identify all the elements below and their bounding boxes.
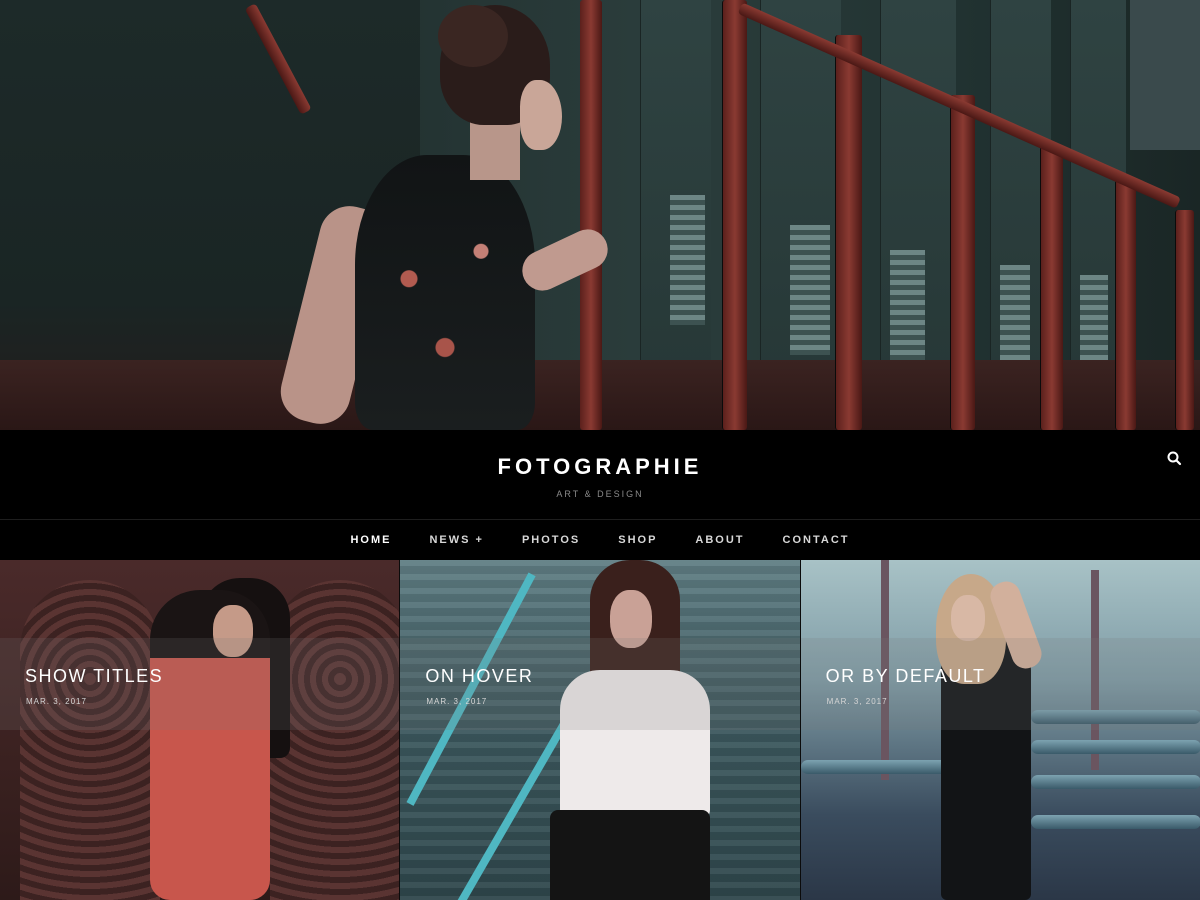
hero-rail-post [580, 0, 602, 430]
post-image-skirt [550, 810, 711, 900]
post-image-pipe [1030, 775, 1200, 789]
nav-item-home[interactable]: HOME [350, 534, 391, 546]
hero-model-dress [355, 155, 535, 430]
site-tagline: ART & DESIGN [556, 489, 644, 499]
hero-rail-post [1175, 210, 1194, 430]
hero-sky-patch [1130, 0, 1200, 150]
hero-rail-post [722, 0, 747, 430]
post-image-pipe [800, 760, 951, 774]
post-title[interactable]: SHOW TITLES [25, 666, 163, 687]
hero-louver [670, 195, 705, 325]
nav-item-news[interactable]: NEWS + [429, 534, 483, 546]
post-image-pipe [1030, 740, 1200, 754]
hero-rail-post [835, 35, 862, 430]
post-date: MAR. 3, 2017 [26, 697, 87, 706]
hero-louver [1000, 265, 1030, 365]
hero-model-bun [438, 5, 508, 67]
post-image-pipe [1030, 815, 1200, 829]
search-icon [1167, 451, 1182, 466]
hero-model-face [520, 80, 562, 150]
nav-item-contact[interactable]: CONTACT [783, 534, 850, 546]
hero-rail-post [950, 95, 975, 430]
post-image-face [950, 595, 985, 641]
hero-image [0, 0, 1200, 430]
hero-louver [890, 250, 925, 360]
nav-item-about[interactable]: ABOUT [695, 534, 744, 546]
post-date: MAR. 3, 2017 [826, 697, 888, 706]
post-date: MAR. 3, 2017 [426, 697, 488, 706]
post-grid: SHOW TITLES MAR. 3, 2017 ON HOVER MAR. 3… [0, 560, 1200, 900]
post-title[interactable]: ON HOVER [425, 666, 533, 687]
nav-item-shop[interactable]: SHOP [618, 534, 657, 546]
nav-item-photos[interactable]: PHOTOS [522, 534, 580, 546]
post-image-door [20, 580, 160, 900]
site-title[interactable]: FOTOGRAPHIE [0, 454, 1200, 480]
post-card[interactable]: SHOW TITLES MAR. 3, 2017 [0, 560, 400, 900]
post-title[interactable]: OR BY DEFAULT [826, 666, 986, 687]
hero-rail-post [1115, 180, 1136, 430]
hero-model-neck [470, 120, 520, 180]
post-card[interactable]: OR BY DEFAULT MAR. 3, 2017 [799, 560, 1200, 900]
hero-louver [1080, 275, 1108, 365]
post-card[interactable]: ON HOVER MAR. 3, 2017 [399, 560, 800, 900]
hero-rail-post [1040, 145, 1063, 430]
site-header: FOTOGRAPHIE ART & DESIGN [0, 430, 1200, 520]
hero-louver [790, 225, 830, 355]
main-nav: HOME NEWS + PHOTOS SHOP ABOUT CONTACT [0, 520, 1200, 560]
search-button[interactable] [1164, 448, 1186, 470]
